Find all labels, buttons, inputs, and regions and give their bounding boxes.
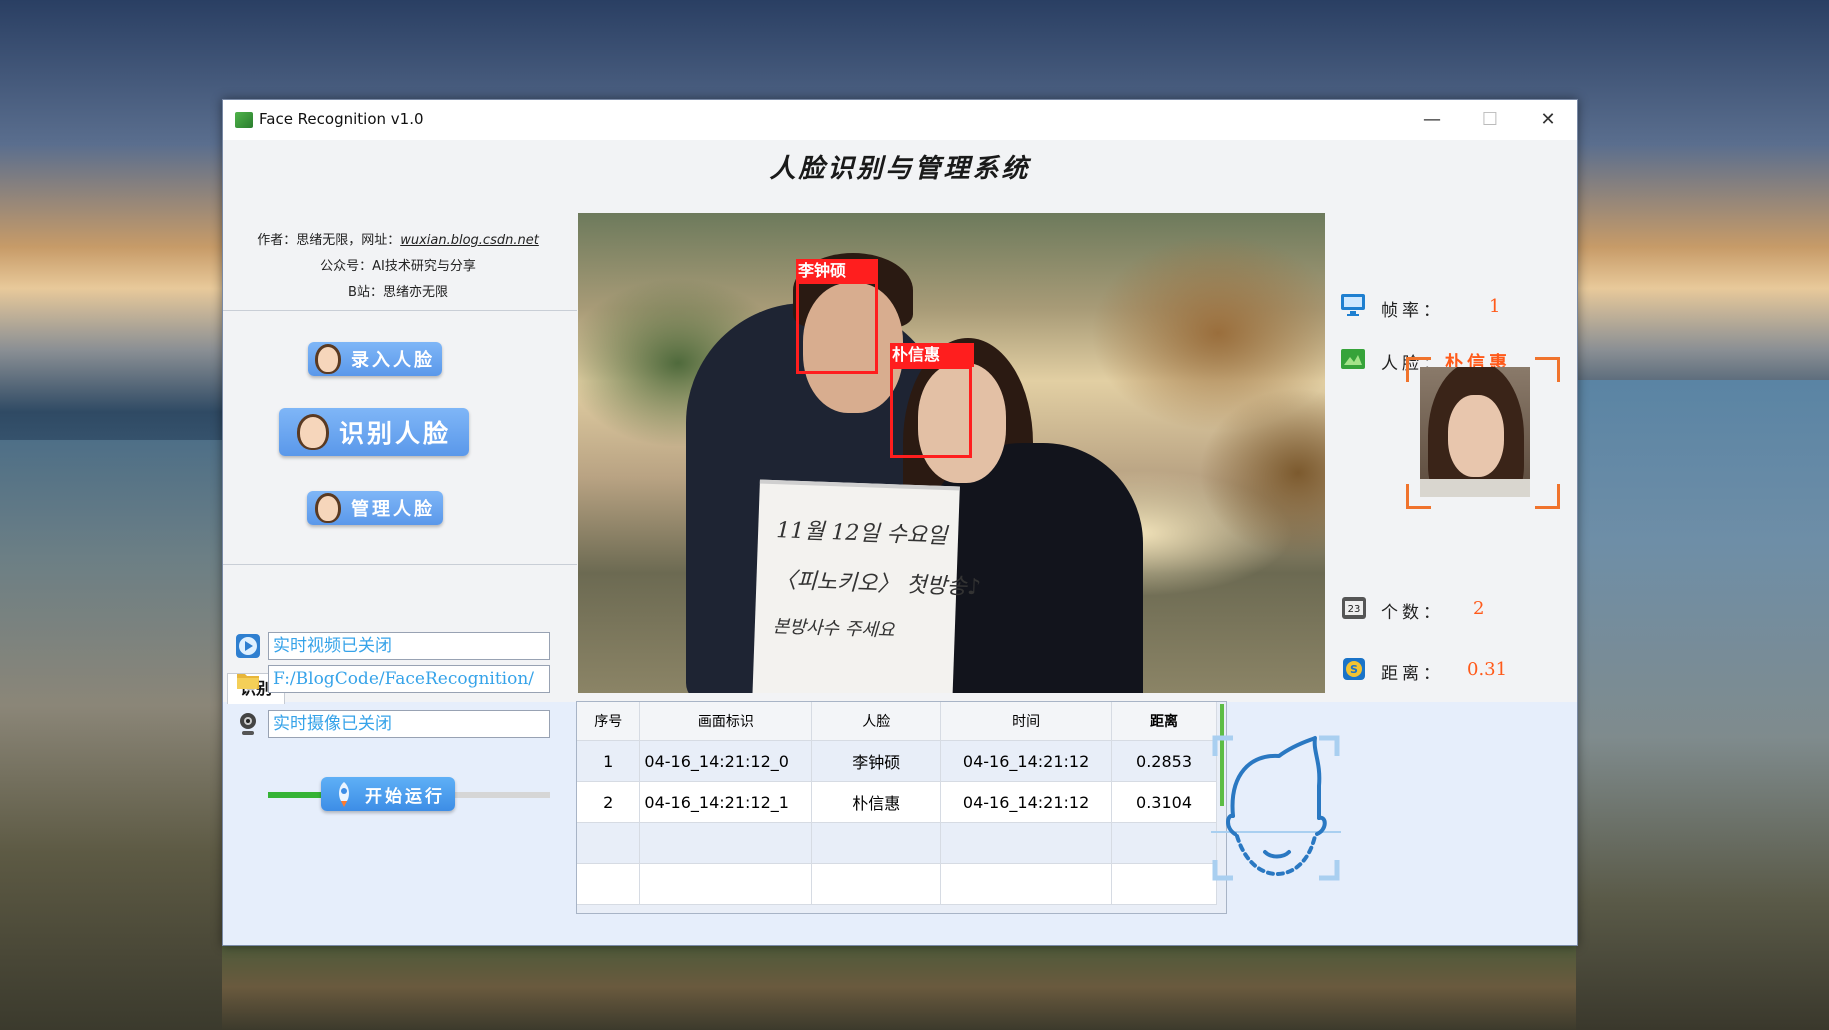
- detection-box-2: [890, 366, 972, 458]
- bilibili-line: B站：思绪亦无限: [348, 285, 448, 300]
- cell-time[interactable]: 04-16_14:21:12: [940, 740, 1113, 782]
- cell-distance[interactable]: 0.2853: [1111, 740, 1217, 782]
- face-crop-preview: [1406, 357, 1560, 509]
- col-header-distance[interactable]: 距离: [1111, 702, 1217, 741]
- sign-line-2: 〈피노키오〉 첫방송♪: [774, 568, 982, 601]
- results-table-container: 序号 画面标识 人脸 时间 距离 1 04-16_14:21:12_0 李钟硕 …: [576, 701, 1227, 914]
- svg-text:23: 23: [1348, 604, 1361, 615]
- cell-distance[interactable]: [1111, 863, 1217, 905]
- detection-label-2: 朴信惠: [890, 343, 974, 367]
- cell-face[interactable]: [811, 863, 942, 905]
- face-scan-logo: [1211, 735, 1341, 881]
- face-avatar-icon: [315, 493, 341, 523]
- results-table: 序号 画面标识 人脸 时间 距离 1 04-16_14:21:12_0 李钟硕 …: [577, 702, 1217, 905]
- svg-text:S: S: [1350, 663, 1358, 676]
- col-header-time[interactable]: 时间: [940, 702, 1113, 741]
- face-avatar-icon: [315, 344, 341, 374]
- cell-frame-id[interactable]: [639, 863, 813, 905]
- count-label: 个数：: [1381, 603, 1444, 623]
- cell-distance[interactable]: [1111, 822, 1217, 864]
- folder-icon: [237, 674, 259, 689]
- cell-frame-id[interactable]: [639, 822, 813, 864]
- author-text: 作者：思绪无限，网址：: [257, 233, 401, 248]
- table-header-row: 序号 画面标识 人脸 时间 距离: [577, 702, 1217, 741]
- author-link[interactable]: wuxian.blog.csdn.net: [400, 233, 539, 248]
- sign-line-3: 본방사수 주세요: [772, 616, 895, 642]
- table-row[interactable]: [577, 863, 1217, 905]
- fps-label: 帧率：: [1381, 301, 1444, 321]
- held-sign: 11월 12일 수요일 〈피노키오〉 첫방송♪ 본방사수 주세요: [752, 479, 981, 693]
- table-row[interactable]: 2 04-16_14:21:12_1 朴信惠 04-16_14:21:12 0.…: [577, 781, 1217, 823]
- maximize-button[interactable]: ☐: [1461, 100, 1519, 140]
- detection-label-1: 李钟硕: [796, 259, 878, 283]
- cell-face[interactable]: [811, 822, 942, 864]
- fps-value: 1: [1489, 296, 1501, 317]
- crop-corner-br: [1535, 484, 1560, 509]
- col-header-index[interactable]: 序号: [577, 702, 641, 741]
- author-line: 作者：思绪无限，网址：wuxian.blog.csdn.net: [223, 229, 573, 248]
- cell-time[interactable]: [940, 863, 1113, 905]
- cell-time[interactable]: 04-16_14:21:12: [940, 781, 1113, 823]
- file-path-field[interactable]: F:/BlogCode/FaceRecognition/: [268, 665, 550, 693]
- webcam-icon: [240, 713, 256, 735]
- distance-label: 距离：: [1381, 664, 1444, 684]
- minimize-button[interactable]: —: [1403, 100, 1461, 140]
- desktop-wallpaper-bottom: [222, 944, 1576, 1030]
- window-title: Face Recognition v1.0: [259, 110, 424, 128]
- enroll-face-label: 录入人脸: [351, 350, 435, 371]
- manage-face-button[interactable]: 管理人脸: [307, 491, 443, 525]
- video-status-field[interactable]: 实时视频已关闭: [268, 632, 550, 660]
- distance-value: 0.31: [1467, 659, 1508, 680]
- title-bar[interactable]: Face Recognition v1.0 — ☐ ✕: [223, 100, 1577, 140]
- app-icon: [235, 112, 253, 128]
- divider-bottom: [223, 564, 577, 565]
- cell-face[interactable]: 朴信惠: [811, 781, 942, 823]
- cell-index[interactable]: [577, 822, 641, 864]
- recognize-face-label: 识别人脸: [338, 419, 451, 448]
- start-run-button[interactable]: 开始运行: [321, 777, 455, 811]
- app-heading: 人脸识别与管理系统: [769, 154, 1031, 184]
- cell-frame-id[interactable]: 04-16_14:21:12_0: [639, 740, 813, 782]
- distance-icon: S: [1343, 658, 1365, 680]
- wechat-line: 公众号：AI技术研究与分享: [320, 259, 476, 274]
- manage-face-label: 管理人脸: [351, 499, 435, 520]
- cell-distance[interactable]: 0.3104: [1111, 781, 1217, 823]
- desktop-wallpaper-right: [1576, 380, 1829, 1030]
- col-header-frame-id[interactable]: 画面标识: [639, 702, 813, 741]
- rocket-icon: [339, 782, 349, 807]
- cell-index[interactable]: 2: [577, 781, 641, 823]
- counter-icon: 23: [1342, 597, 1366, 619]
- enroll-face-button[interactable]: 录入人脸: [308, 342, 442, 376]
- cropped-face-image: [1420, 367, 1530, 497]
- video-frame: 11월 12일 수요일 〈피노키오〉 첫방송♪ 본방사수 주세요 李钟硕 朴信惠: [578, 213, 1325, 693]
- close-button[interactable]: ✕: [1519, 100, 1577, 140]
- cell-frame-id[interactable]: 04-16_14:21:12_1: [639, 781, 813, 823]
- divider-top: [223, 310, 577, 311]
- recognize-face-button[interactable]: 识别人脸: [279, 408, 469, 456]
- table-row[interactable]: [577, 822, 1217, 864]
- sign-line-1: 11월 12일 수요일: [775, 518, 948, 550]
- cell-face[interactable]: 李钟硕: [811, 740, 942, 782]
- face-card-icon: [1341, 349, 1365, 369]
- cell-index[interactable]: 1: [577, 740, 641, 782]
- crop-corner-tr: [1535, 357, 1560, 382]
- desktop-wallpaper-left: [0, 440, 222, 1030]
- table-row[interactable]: 1 04-16_14:21:12_0 李钟硕 04-16_14:21:12 0.…: [577, 740, 1217, 782]
- start-run-label: 开始运行: [365, 786, 445, 807]
- cell-index[interactable]: [577, 863, 641, 905]
- play-icon: [236, 634, 260, 658]
- app-window: Face Recognition v1.0 — ☐ ✕ 人脸识别与管理系统 作者…: [222, 99, 1578, 946]
- count-value: 2: [1473, 598, 1485, 619]
- monitor-icon: [1341, 294, 1365, 316]
- camera-status-field[interactable]: 实时摄像已关闭: [268, 710, 550, 738]
- cell-time[interactable]: [940, 822, 1113, 864]
- face-avatar-icon: [296, 414, 329, 450]
- col-header-face[interactable]: 人脸: [811, 702, 942, 741]
- detection-box-1: [796, 281, 878, 374]
